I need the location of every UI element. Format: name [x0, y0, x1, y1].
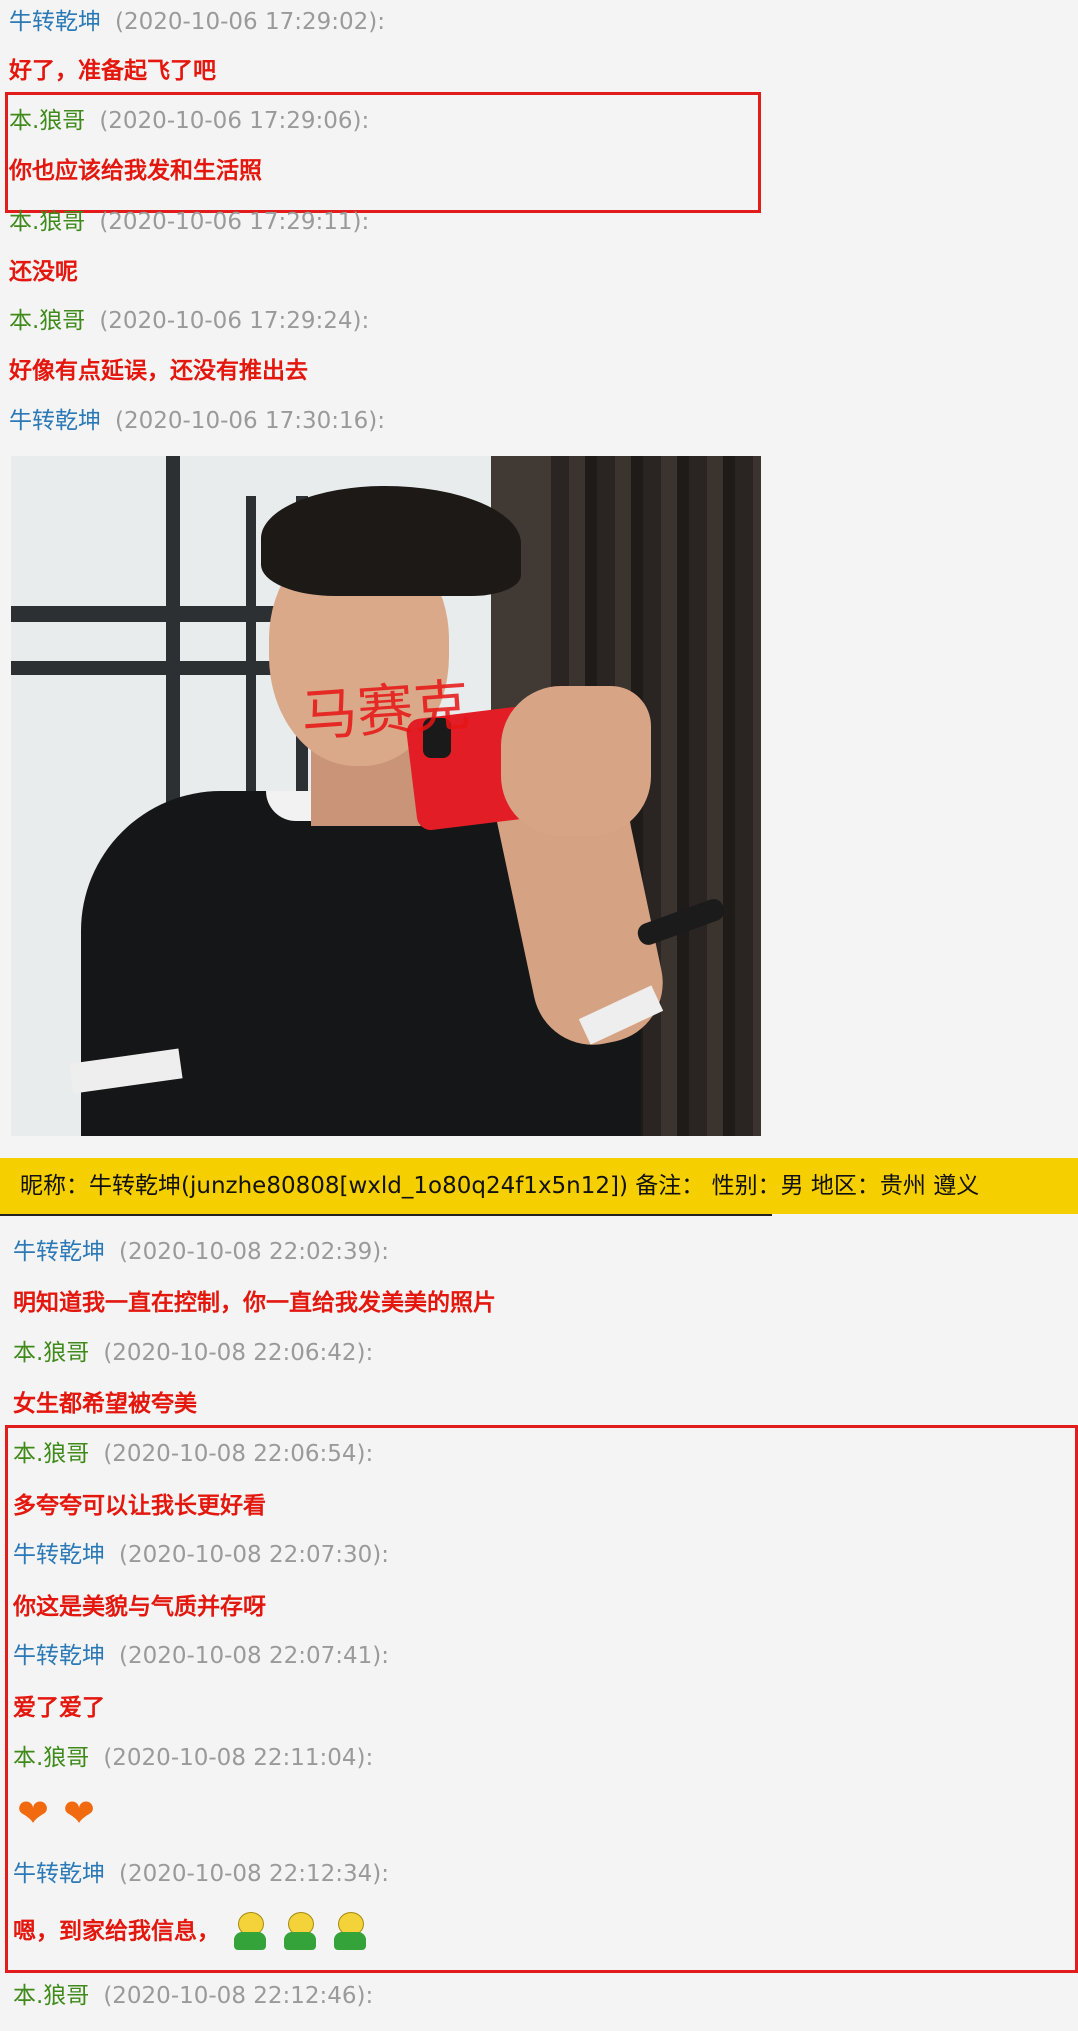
green-figure-emoji-icon [330, 1912, 370, 1952]
sender-name: 本.狼哥 [13, 1983, 90, 2009]
timestamp: (2020-10-08 22:02:39): [119, 1239, 389, 1265]
timestamp: (2020-10-08 22:12:46): [103, 1983, 374, 2009]
message-text: 女生都希望被夸美 [13, 1391, 197, 1417]
message-text-with-emoji: 嗯，到家给我信息， [13, 1912, 370, 1952]
message-header: 本.狼哥 (2020-10-08 22:12:46): [13, 1982, 373, 2010]
sender-name: 本.狼哥 [9, 209, 86, 235]
message-header: 本.狼哥 (2020-10-06 17:29:11): [9, 208, 369, 236]
sender-name: 牛转乾坤 [9, 408, 101, 434]
message-emoji: ❤ ❤ [15, 1791, 107, 1835]
message-header: 本.狼哥 (2020-10-08 22:11:04): [13, 1744, 373, 1772]
timestamp: (2020-10-08 22:06:42): [103, 1340, 374, 1366]
sender-name: 牛转乾坤 [13, 1239, 105, 1265]
message-text: 好了，准备起飞了吧 [9, 58, 216, 84]
timestamp: (2020-10-06 17:29:02): [115, 9, 385, 35]
message-text: 明知道我一直在控制，你一直给我发美美的照片 [13, 1290, 496, 1316]
message-text: 嗯，到家给我信息， [13, 1918, 220, 1945]
message-header: 牛转乾坤 (2020-10-08 22:07:30): [13, 1541, 389, 1569]
timestamp: (2020-10-06 17:30:16): [115, 408, 385, 434]
message-header: 牛转乾坤 (2020-10-08 22:02:39): [13, 1238, 389, 1266]
sender-name: 牛转乾坤 [13, 1861, 105, 1887]
heart-emoji-icon: ❤ [17, 1791, 49, 1835]
green-figure-emoji-icon [280, 1912, 320, 1952]
highlight-box [5, 92, 761, 213]
message-text: 爱了爱了 [13, 1695, 105, 1721]
timestamp: (2020-10-06 17:29:24): [99, 308, 370, 334]
sender-name: 牛转乾坤 [13, 1542, 105, 1568]
timestamp: (2020-10-08 22:06:54): [103, 1441, 374, 1467]
timestamp: (2020-10-06 17:29:11): [99, 209, 370, 235]
contact-profile-bar: 昵称：牛转乾坤(junzhe80808[wxld_1o80q24f1x5n12]… [0, 1158, 1078, 1214]
message-header: 本.狼哥 (2020-10-08 22:06:42): [13, 1339, 373, 1367]
sender-name: 本.狼哥 [9, 308, 86, 334]
message-header: 牛转乾坤 (2020-10-08 22:07:41): [13, 1642, 389, 1670]
message-text: 好像有点延误，还没有推出去 [9, 358, 308, 384]
sender-name: 本.狼哥 [13, 1745, 90, 1771]
message-header: 本.狼哥 (2020-10-08 22:06:54): [13, 1440, 373, 1468]
message-text: 多夸夸可以让我长更好看 [13, 1493, 266, 1519]
divider [0, 1214, 772, 1216]
message-header: 牛转乾坤 (2020-10-06 17:29:02): [9, 8, 385, 36]
timestamp: (2020-10-08 22:07:41): [119, 1643, 389, 1669]
green-figure-emoji-icon [230, 1912, 270, 1952]
timestamp: (2020-10-08 22:11:04): [103, 1745, 374, 1771]
timestamp: (2020-10-08 22:12:34): [119, 1861, 389, 1887]
timestamp: (2020-10-08 22:07:30): [119, 1542, 389, 1568]
sender-name: 本.狼哥 [13, 1441, 90, 1467]
message-text: 你这是美貌与气质并存呀 [13, 1594, 266, 1620]
message-header: 牛转乾坤 (2020-10-08 22:12:34): [13, 1860, 389, 1888]
sender-name: 牛转乾坤 [9, 9, 101, 35]
message-header: 本.狼哥 (2020-10-06 17:29:24): [9, 307, 369, 335]
sender-name: 牛转乾坤 [13, 1643, 105, 1669]
message-header: 牛转乾坤 (2020-10-06 17:30:16): [9, 407, 385, 435]
photo-message[interactable]: 马赛克 [11, 456, 761, 1136]
mosaic-watermark: 马赛克 [299, 673, 472, 750]
sender-name: 本.狼哥 [13, 1340, 90, 1366]
heart-emoji-icon: ❤ [63, 1791, 95, 1835]
message-text: 还没呢 [9, 259, 78, 285]
